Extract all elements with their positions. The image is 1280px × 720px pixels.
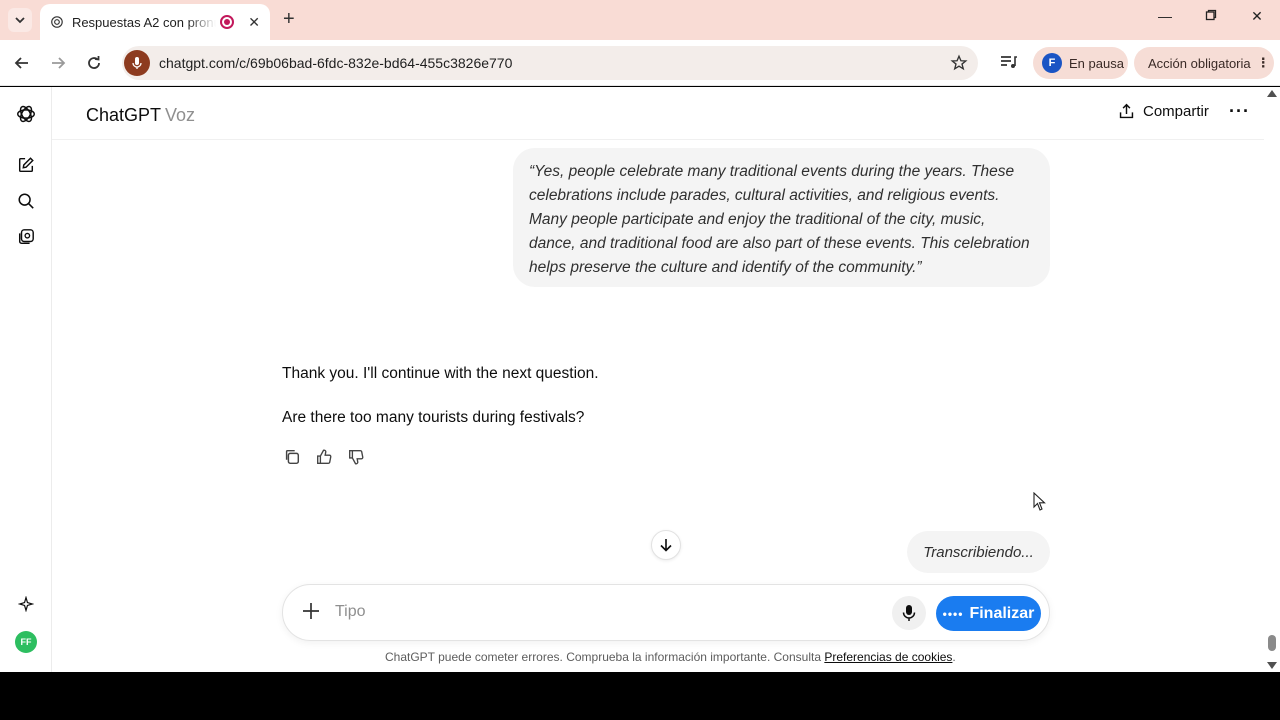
- copy-icon: [285, 449, 300, 465]
- tab-title: Respuestas A2 con pronunciación: [71, 14, 216, 30]
- close-window-button[interactable]: ✕: [1245, 8, 1269, 25]
- share-icon: [1119, 103, 1134, 119]
- disclaimer-body: ChatGPT puede cometer errores. Comprueba…: [385, 650, 821, 664]
- mic-in-use-icon[interactable]: [124, 50, 150, 76]
- message-actions: [282, 447, 366, 467]
- chatgpt-favicon-icon: [51, 16, 63, 28]
- address-bar[interactable]: chatgpt.com/c/69b06bad-6fdc-832e-bd64-45…: [122, 46, 978, 80]
- app-title: ChatGPT: [86, 105, 162, 125]
- scroll-down-arrow-icon[interactable]: [1267, 662, 1277, 669]
- user-message-bubble: “Yes, people celebrate many traditional …: [513, 148, 1050, 287]
- add-attachment-button[interactable]: [301, 601, 321, 626]
- microphone-icon: [902, 605, 916, 621]
- page-title[interactable]: ChatGPT Voz: [86, 105, 195, 126]
- page-scrollbar[interactable]: [1264, 87, 1280, 672]
- mouse-cursor-icon: [1033, 492, 1046, 511]
- profile-status: En pausa: [1069, 55, 1124, 71]
- thumbs-down-button[interactable]: [346, 447, 366, 467]
- plus-icon: [303, 603, 319, 619]
- new-tab-button[interactable]: +: [283, 9, 295, 29]
- images-icon: [18, 229, 34, 245]
- composer: •••• Finalizar: [282, 584, 1050, 641]
- share-label: Compartir: [1143, 103, 1209, 120]
- more-options-button[interactable]: ···: [1229, 101, 1250, 122]
- message-input[interactable]: [335, 603, 855, 621]
- arrow-left-icon: [14, 57, 28, 69]
- scroll-up-arrow-icon[interactable]: [1267, 90, 1277, 97]
- profile-button[interactable]: F En pausa: [1033, 47, 1128, 79]
- mode-label: Voz: [165, 105, 196, 125]
- search-chats-button[interactable]: [14, 189, 38, 213]
- cookie-preferences-link[interactable]: Preferencias de cookies: [824, 650, 952, 664]
- sparkle-icon: [18, 596, 34, 612]
- new-chat-icon: [18, 157, 34, 173]
- header-divider: [52, 139, 1264, 140]
- kebab-menu-icon: ⋮: [1256, 55, 1270, 70]
- thumbs-up-button[interactable]: [314, 447, 334, 467]
- restore-window-button[interactable]: [1199, 8, 1223, 24]
- openai-logo-icon[interactable]: [14, 102, 38, 126]
- minimize-window-button[interactable]: —: [1153, 8, 1177, 24]
- media-controls-button[interactable]: [998, 52, 1018, 77]
- reload-button[interactable]: [83, 52, 105, 74]
- back-button[interactable]: [11, 52, 33, 74]
- dictate-button[interactable]: [892, 596, 926, 630]
- required-action-button[interactable]: Acción obligatoria ⋮: [1134, 47, 1274, 79]
- chatgpt-app: FF ChatGPT Voz Compartir ··· “Yes, people…: [0, 87, 1280, 672]
- recording-icon: [220, 15, 235, 29]
- required-action-label: Acción obligatoria: [1148, 55, 1251, 71]
- tab-list-button[interactable]: [8, 8, 32, 32]
- reload-icon: [88, 56, 100, 69]
- disclaimer-period: .: [952, 650, 956, 664]
- assistant-message-line: Thank you. I'll continue with the next q…: [282, 365, 599, 382]
- search-icon: [18, 193, 34, 209]
- scroll-to-bottom-button[interactable]: [651, 530, 681, 560]
- arrow-down-icon: [660, 539, 672, 552]
- disclaimer-text: ChatGPT puede cometer errores. Comprueba…: [385, 650, 956, 664]
- sidebar-rail: FF: [0, 87, 52, 672]
- restore-icon: [1205, 9, 1217, 21]
- thumbs-up-icon: [317, 449, 332, 464]
- browser-toolbar: chatgpt.com/c/69b06bad-6fdc-832e-bd64-45…: [0, 40, 1280, 86]
- browser-tab-active[interactable]: Respuestas A2 con pronunciación ✕: [40, 4, 270, 40]
- ellipsis-icon: ···: [1229, 101, 1250, 121]
- arrow-right-icon: [52, 57, 66, 69]
- upgrade-button[interactable]: [14, 592, 38, 616]
- profile-avatar: F: [1042, 53, 1062, 73]
- copy-button[interactable]: [282, 447, 302, 467]
- assistant-message-line: Are there too many tourists during festi…: [282, 409, 585, 426]
- finish-label: Finalizar: [969, 604, 1035, 622]
- thumbs-down-icon: [349, 450, 364, 465]
- scrollbar-thumb[interactable]: [1268, 635, 1276, 651]
- browser-tab-bar: Respuestas A2 con pronunciación ✕ + — ✕: [0, 0, 1280, 40]
- playlist-icon: [1001, 56, 1017, 68]
- tab-close-icon[interactable]: ✕: [248, 14, 260, 31]
- user-avatar[interactable]: FF: [15, 631, 37, 653]
- bookmark-star-icon[interactable]: [950, 54, 968, 72]
- transcribing-bubble: Transcribiendo...: [907, 531, 1050, 573]
- library-button[interactable]: [14, 225, 38, 249]
- url-text: chatgpt.com/c/69b06bad-6fdc-832e-bd64-45…: [159, 55, 513, 71]
- share-button[interactable]: Compartir: [1118, 103, 1209, 120]
- forward-button[interactable]: [47, 52, 69, 74]
- new-chat-button[interactable]: [14, 153, 38, 177]
- voice-wave-icon: ••••: [942, 606, 964, 621]
- chevron-down-icon: [15, 17, 25, 24]
- finish-voice-button[interactable]: •••• Finalizar: [936, 596, 1041, 631]
